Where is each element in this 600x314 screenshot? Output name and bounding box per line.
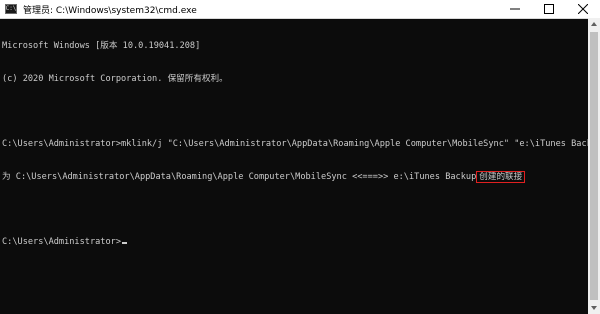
prompt-text: C:\Users\Administrator> xyxy=(2,237,121,248)
scroll-up-button[interactable] xyxy=(588,18,600,30)
highlighted-junction-text: 创建的联接 xyxy=(476,170,526,183)
console-line-result: 为 C:\Users\Administrator\AppData\Roaming… xyxy=(2,170,588,183)
close-button[interactable] xyxy=(566,0,600,18)
console-result-text: 为 C:\Users\Administrator\AppData\Roaming… xyxy=(2,171,477,182)
console-output[interactable]: Microsoft Windows [版本 10.0.19041.208] (c… xyxy=(0,18,588,314)
console-line-version: Microsoft Windows [版本 10.0.19041.208] xyxy=(2,40,201,51)
console-line-copyright: (c) 2020 Microsoft Corporation. 保留所有权利。 xyxy=(2,73,228,84)
vertical-scrollbar[interactable] xyxy=(588,18,600,314)
cmd-icon-text: C:\ xyxy=(5,5,17,12)
window-controls xyxy=(498,0,600,18)
console-line-command: C:\Users\Administrator>mklink/j "C:\User… xyxy=(2,138,588,149)
scrollbar-thumb[interactable] xyxy=(590,32,598,300)
console-line-blank-2 xyxy=(2,204,588,215)
text-cursor xyxy=(122,242,127,245)
cmd-icon[interactable]: C:\ xyxy=(5,4,17,14)
minimize-button[interactable] xyxy=(498,0,532,18)
cmd-window: C:\ 管理员: C:\Windows\system32\cmd.exe Mic… xyxy=(0,0,600,314)
scroll-down-icon xyxy=(591,306,597,310)
scroll-up-icon xyxy=(591,22,597,26)
console-line-prompt[interactable]: C:\Users\Administrator> xyxy=(2,237,588,248)
maximize-icon xyxy=(544,4,554,14)
title-bar[interactable]: C:\ 管理员: C:\Windows\system32\cmd.exe xyxy=(0,0,600,19)
minimize-icon xyxy=(510,8,520,10)
window-title: 管理员: C:\Windows\system32\cmd.exe xyxy=(23,5,197,16)
close-icon xyxy=(578,4,588,14)
maximize-button[interactable] xyxy=(532,0,566,18)
scroll-down-button[interactable] xyxy=(588,302,600,314)
